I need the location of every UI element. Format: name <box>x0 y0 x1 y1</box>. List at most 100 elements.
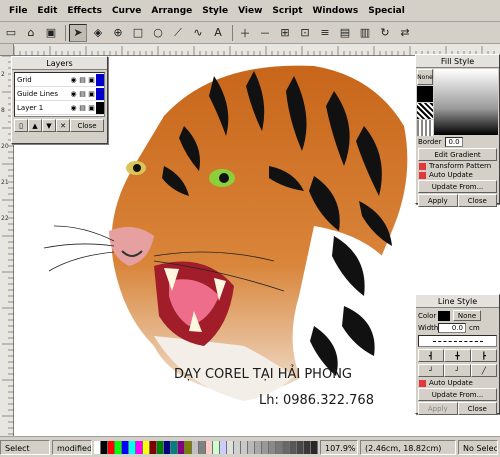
color-palette[interactable] <box>94 440 318 454</box>
layer-row[interactable]: Guide Lines ◉ ▤ ▣ <box>15 87 104 101</box>
snap-icon[interactable]: ⊡ <box>296 23 314 42</box>
line-apply-button[interactable]: Apply <box>418 402 458 415</box>
palette-swatch[interactable] <box>94 440 101 454</box>
palette-swatch[interactable] <box>304 440 311 454</box>
join-bevel-icon[interactable]: ╱ <box>470 364 497 377</box>
layers-panel-title[interactable]: Layers <box>12 57 107 70</box>
new-layer-button[interactable]: ▯ <box>14 119 28 132</box>
palette-swatch[interactable] <box>241 440 248 454</box>
palette-swatch[interactable] <box>220 440 227 454</box>
edit-node-icon[interactable]: ◈ <box>89 23 107 42</box>
delete-layer-button[interactable]: ✕ <box>56 119 70 132</box>
polyline-icon[interactable]: ⟋ <box>169 23 187 42</box>
line-width-input[interactable]: 0.0 <box>438 323 466 333</box>
fill-close-button[interactable]: Close <box>457 194 497 207</box>
layers-close-button[interactable]: Close <box>70 119 104 132</box>
palette-swatch[interactable] <box>255 440 262 454</box>
line-update-from-button[interactable]: Update From... <box>418 388 497 401</box>
transform-pattern-checkbox[interactable]: Transform Pattern <box>419 162 496 170</box>
palette-swatch[interactable] <box>164 440 171 454</box>
palette-swatch[interactable] <box>192 440 199 454</box>
line-close-button[interactable]: Close <box>457 402 497 415</box>
palette-swatch[interactable] <box>213 440 220 454</box>
palette-swatch[interactable] <box>129 440 136 454</box>
fill-auto-update-checkbox[interactable]: Auto Update <box>419 171 496 179</box>
palette-swatch[interactable] <box>262 440 269 454</box>
cap-round-icon[interactable]: ╋ <box>444 349 471 362</box>
layer-eye-icon[interactable]: ◉ <box>69 104 78 112</box>
menu-windows[interactable]: Windows <box>308 0 364 22</box>
layer-down-button[interactable]: ▼ <box>42 119 56 132</box>
fill-solid-swatch[interactable] <box>417 86 433 102</box>
palette-swatch[interactable] <box>199 440 206 454</box>
fill-hatch-swatch[interactable] <box>417 103 433 119</box>
cap-square-icon[interactable]: ┣ <box>470 349 497 362</box>
zoom-icon[interactable]: ⊕ <box>109 23 127 42</box>
text-icon[interactable]: A <box>209 23 227 42</box>
layer-row[interactable]: Grid ◉ ▤ ▣ <box>15 73 104 87</box>
line-auto-update-checkbox[interactable]: Auto Update <box>419 379 496 387</box>
border-value[interactable]: 0.0 <box>445 137 463 147</box>
fill-style-title[interactable]: Fill Style <box>416 55 499 68</box>
layer-lock-icon[interactable]: ▣ <box>87 90 96 98</box>
palette-swatch[interactable] <box>108 440 115 454</box>
menu-special[interactable]: Special <box>363 0 410 22</box>
ungroup-icon[interactable]: ▥ <box>356 23 374 42</box>
line-none-button[interactable]: None <box>453 310 481 321</box>
layer-color-swatch[interactable] <box>96 87 104 100</box>
ellipse-icon[interactable]: ○ <box>149 23 167 42</box>
rectangle-icon[interactable]: □ <box>129 23 147 42</box>
palette-swatch[interactable] <box>276 440 283 454</box>
menu-effects[interactable]: Effects <box>62 0 107 22</box>
layer-lock-icon[interactable]: ▣ <box>87 76 96 84</box>
palette-swatch[interactable] <box>115 440 122 454</box>
palette-swatch[interactable] <box>248 440 255 454</box>
layer-lock-icon[interactable]: ▣ <box>87 104 96 112</box>
palette-swatch[interactable] <box>178 440 185 454</box>
palette-swatch[interactable] <box>311 440 318 454</box>
open-file-icon[interactable]: ⌂ <box>22 23 40 42</box>
bezier-icon[interactable]: ∿ <box>189 23 207 42</box>
line-style-title[interactable]: Line Style <box>416 295 499 308</box>
palette-swatch[interactable] <box>136 440 143 454</box>
zoom-in-icon[interactable]: ＋ <box>236 23 254 42</box>
palette-swatch[interactable] <box>101 440 108 454</box>
fill-update-from-button[interactable]: Update From... <box>418 180 497 193</box>
fill-none-button[interactable]: None <box>417 69 433 85</box>
flip-icon[interactable]: ⇄ <box>396 23 414 42</box>
join-round-icon[interactable]: ╯ <box>444 364 471 377</box>
join-miter-icon[interactable]: ┘ <box>418 364 445 377</box>
layer-color-swatch[interactable] <box>96 73 104 86</box>
palette-swatch[interactable] <box>171 440 178 454</box>
palette-swatch[interactable] <box>283 440 290 454</box>
menu-file[interactable]: File <box>4 0 32 22</box>
palette-swatch[interactable] <box>206 440 213 454</box>
layer-print-icon[interactable]: ▤ <box>78 90 87 98</box>
line-dash-selector[interactable] <box>418 335 497 347</box>
line-width-unit[interactable]: cm <box>469 324 480 332</box>
palette-swatch[interactable] <box>122 440 129 454</box>
edit-gradient-button[interactable]: Edit Gradient <box>418 148 497 161</box>
palette-swatch[interactable] <box>157 440 164 454</box>
layer-row[interactable]: Layer 1 ◉ ▤ ▣ <box>15 101 104 115</box>
align-icon[interactable]: ≡ <box>316 23 334 42</box>
arrow-select-icon[interactable]: ➤ <box>69 23 87 42</box>
palette-swatch[interactable] <box>297 440 304 454</box>
fill-apply-button[interactable]: Apply <box>418 194 458 207</box>
menu-edit[interactable]: Edit <box>32 0 62 22</box>
layer-up-button[interactable]: ▲ <box>28 119 42 132</box>
menu-curve[interactable]: Curve <box>107 0 146 22</box>
group-icon[interactable]: ▤ <box>336 23 354 42</box>
cap-butt-icon[interactable]: ┫ <box>418 349 445 362</box>
layer-color-swatch[interactable] <box>96 101 104 114</box>
save-file-icon[interactable]: ▣ <box>42 23 60 42</box>
palette-swatch[interactable] <box>227 440 234 454</box>
layer-print-icon[interactable]: ▤ <box>78 76 87 84</box>
layer-print-icon[interactable]: ▤ <box>78 104 87 112</box>
menu-script[interactable]: Script <box>267 0 307 22</box>
grid-icon[interactable]: ⊞ <box>276 23 294 42</box>
palette-swatch[interactable] <box>150 440 157 454</box>
menu-arrange[interactable]: Arrange <box>146 0 197 22</box>
new-file-icon[interactable]: ▭ <box>2 23 20 42</box>
layer-eye-icon[interactable]: ◉ <box>69 90 78 98</box>
